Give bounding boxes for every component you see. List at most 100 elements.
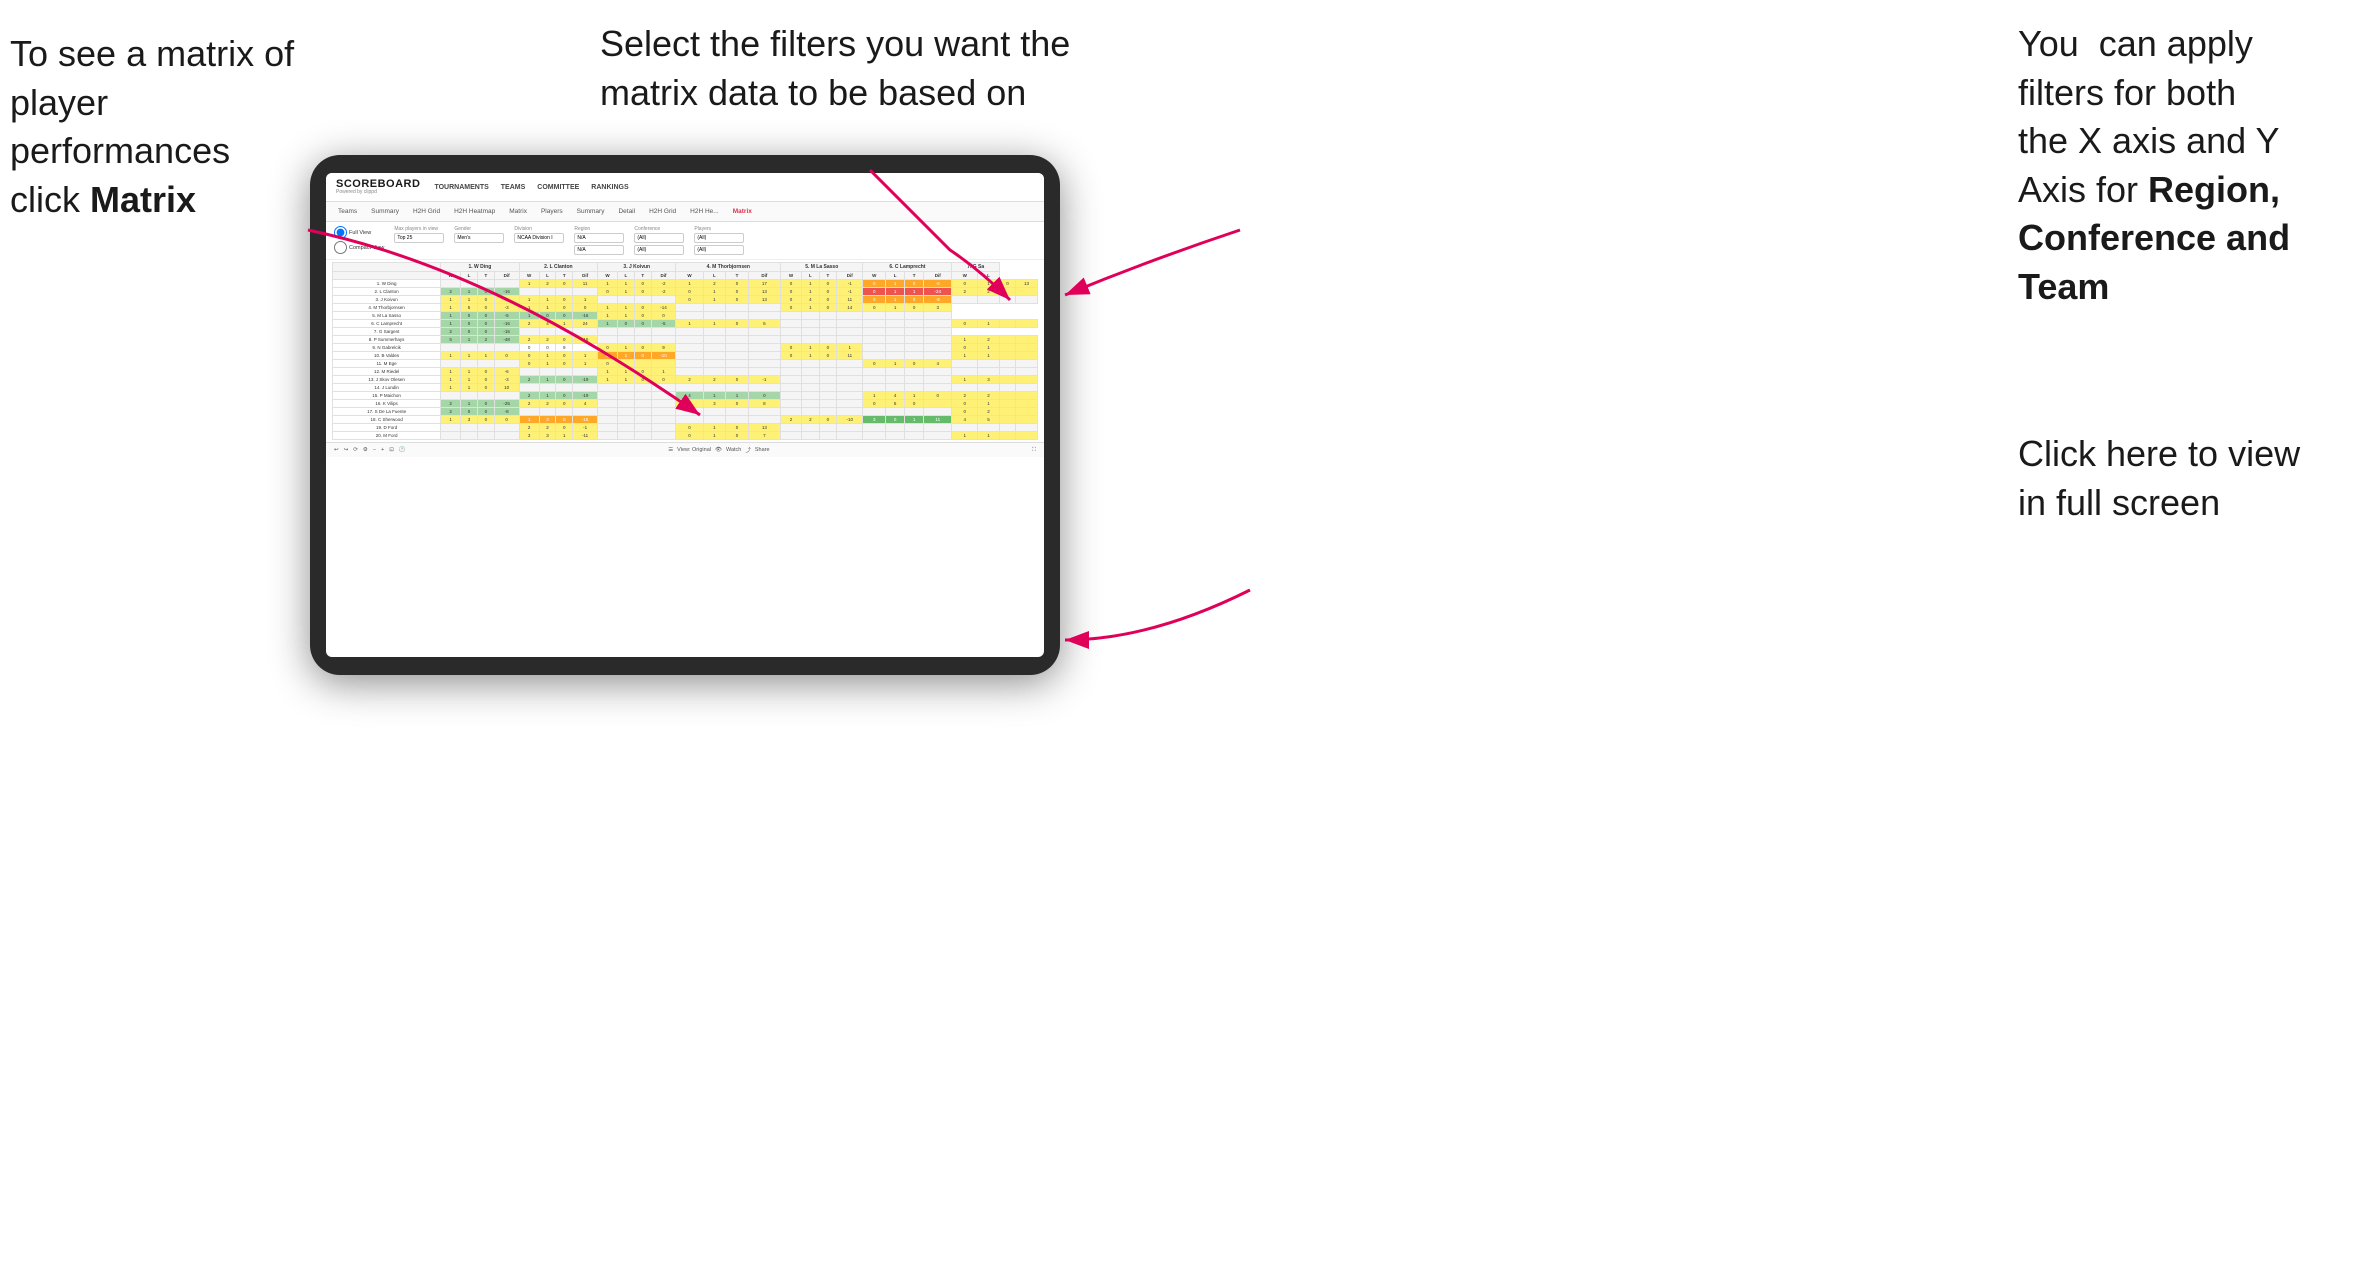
cell-l: 2 [539,424,556,432]
compact-view-label[interactable]: Compact View [334,241,384,254]
fit-icon[interactable]: ⊡ [389,447,394,453]
cell-l: 1 [461,376,478,384]
cell-w: 1 [441,376,461,384]
tab-h2h-he[interactable]: H2H He... [686,206,723,217]
cell-dif [748,408,780,416]
nav-rankings[interactable]: RANKINGS [591,182,628,193]
conference-select-x[interactable]: (All) [634,233,684,243]
cell-t [634,336,651,344]
cell-dif: 0 [573,304,598,312]
share-label[interactable]: Share [755,447,770,453]
cell-w [441,432,461,440]
cell-w: 1 [952,376,978,384]
watch-icon[interactable]: 👁 [715,447,722,453]
cell-w: 1 [441,320,461,328]
cell-dif [573,288,598,296]
tab-matrix-active[interactable]: Matrix [729,206,756,217]
tab-h2h-heatmap[interactable]: H2H Heatmap [450,206,499,217]
cell-dif: 2 [494,296,519,304]
cell-dif: -15 [573,416,598,424]
watch-label[interactable]: Watch [726,447,741,453]
share-icon[interactable]: ⤴ [745,446,751,454]
cell-w [863,336,886,344]
cell-t [819,312,837,320]
cell-w: 4 [952,416,978,424]
tab-h2h-grid[interactable]: H2H Grid [409,206,444,217]
cell-l: 1 [978,400,1000,408]
cell-t: 0 [819,296,837,304]
full-view-label[interactable]: Full View [334,226,384,239]
redo-icon[interactable]: ↪ [344,447,349,453]
nav-teams[interactable]: TEAMS [501,182,526,193]
fullscreen-icon[interactable]: ⛶ [1032,447,1036,453]
row-name-cell: 20. M Ford [333,432,441,440]
cell-dif: -8 [494,408,519,416]
full-view-radio[interactable] [334,226,347,239]
sub-l-2: L [539,272,556,280]
cell-t [634,392,651,400]
cell-t: 0 [477,312,494,320]
cell-t [477,392,494,400]
tab-players[interactable]: Players [537,206,567,217]
cell-l [703,368,726,376]
cell-w: 2 [952,288,978,296]
tab-teams[interactable]: Teams [334,206,361,217]
tablet-device: SCOREBOARD Powered by clippd TOURNAMENTS… [310,155,1060,675]
cell-dif [494,424,519,432]
undo-icon[interactable]: ↩ [334,447,339,453]
cell-l: 2 [703,376,726,384]
cell-t [726,344,749,352]
cell-w: 2 [441,328,461,336]
cell-l [802,392,820,400]
annotation-left: To see a matrix of player performances c… [10,30,320,224]
max-players-select[interactable]: Top 25 [394,233,444,243]
cell-dif [1016,400,1038,408]
cell-dif [924,400,952,408]
players-select-x[interactable]: (All) [694,233,744,243]
division-select[interactable]: NCAA Division I [514,233,564,243]
view-options: Full View Compact View [334,226,384,254]
region-select-x[interactable]: N/A [574,233,624,243]
cell-w: 2 [519,376,539,384]
cell-t: 1 [905,392,924,400]
table-row: 13. J Skov Olesen110-3210-191100220-113 [333,376,1038,384]
cell-w: 1 [598,376,618,384]
tab-detail[interactable]: Detail [614,206,639,217]
nav-tournaments[interactable]: TOURNAMENTS [434,182,488,193]
cell-dif: 10 [494,384,519,392]
players-select-y[interactable]: (All) [694,245,744,255]
cell-w [676,304,703,312]
tab-matrix[interactable]: Matrix [505,206,531,217]
cell-t [999,336,1015,344]
zoom-in-icon[interactable]: + [381,447,384,453]
cell-l: 1 [618,352,635,360]
cell-w: 1 [519,312,539,320]
cell-w [781,312,802,320]
cell-dif: 0 [748,392,780,400]
cell-l: 3 [539,416,556,424]
cell-w [676,328,703,336]
tab-summary2[interactable]: Summary [573,206,609,217]
cell-dif [1016,376,1038,384]
cell-l [618,360,635,368]
cell-t: 1 [726,392,749,400]
cell-w: 0 [781,288,802,296]
cell-dif [748,336,780,344]
conference-select-y[interactable]: (All) [634,245,684,255]
cell-l [978,384,1000,392]
view-label-text[interactable]: View: Original [677,447,711,453]
cell-t [726,336,749,344]
refresh-icon[interactable]: ⟳ [353,447,358,453]
region-select-y[interactable]: N/A [574,245,624,255]
settings-icon[interactable]: ⚙ [363,447,368,453]
zoom-out-icon[interactable]: − [373,447,376,453]
cell-t: 1 [477,352,494,360]
cell-l: 1 [802,288,820,296]
tab-summary[interactable]: Summary [367,206,403,217]
nav-committee[interactable]: COMMITTEE [537,182,579,193]
tab-h2h-grid2[interactable]: H2H Grid [645,206,680,217]
gender-select[interactable]: Men's [454,233,504,243]
clock-icon[interactable]: 🕐 [399,447,406,453]
compact-view-radio[interactable] [334,241,347,254]
cell-l: 0 [886,416,905,424]
